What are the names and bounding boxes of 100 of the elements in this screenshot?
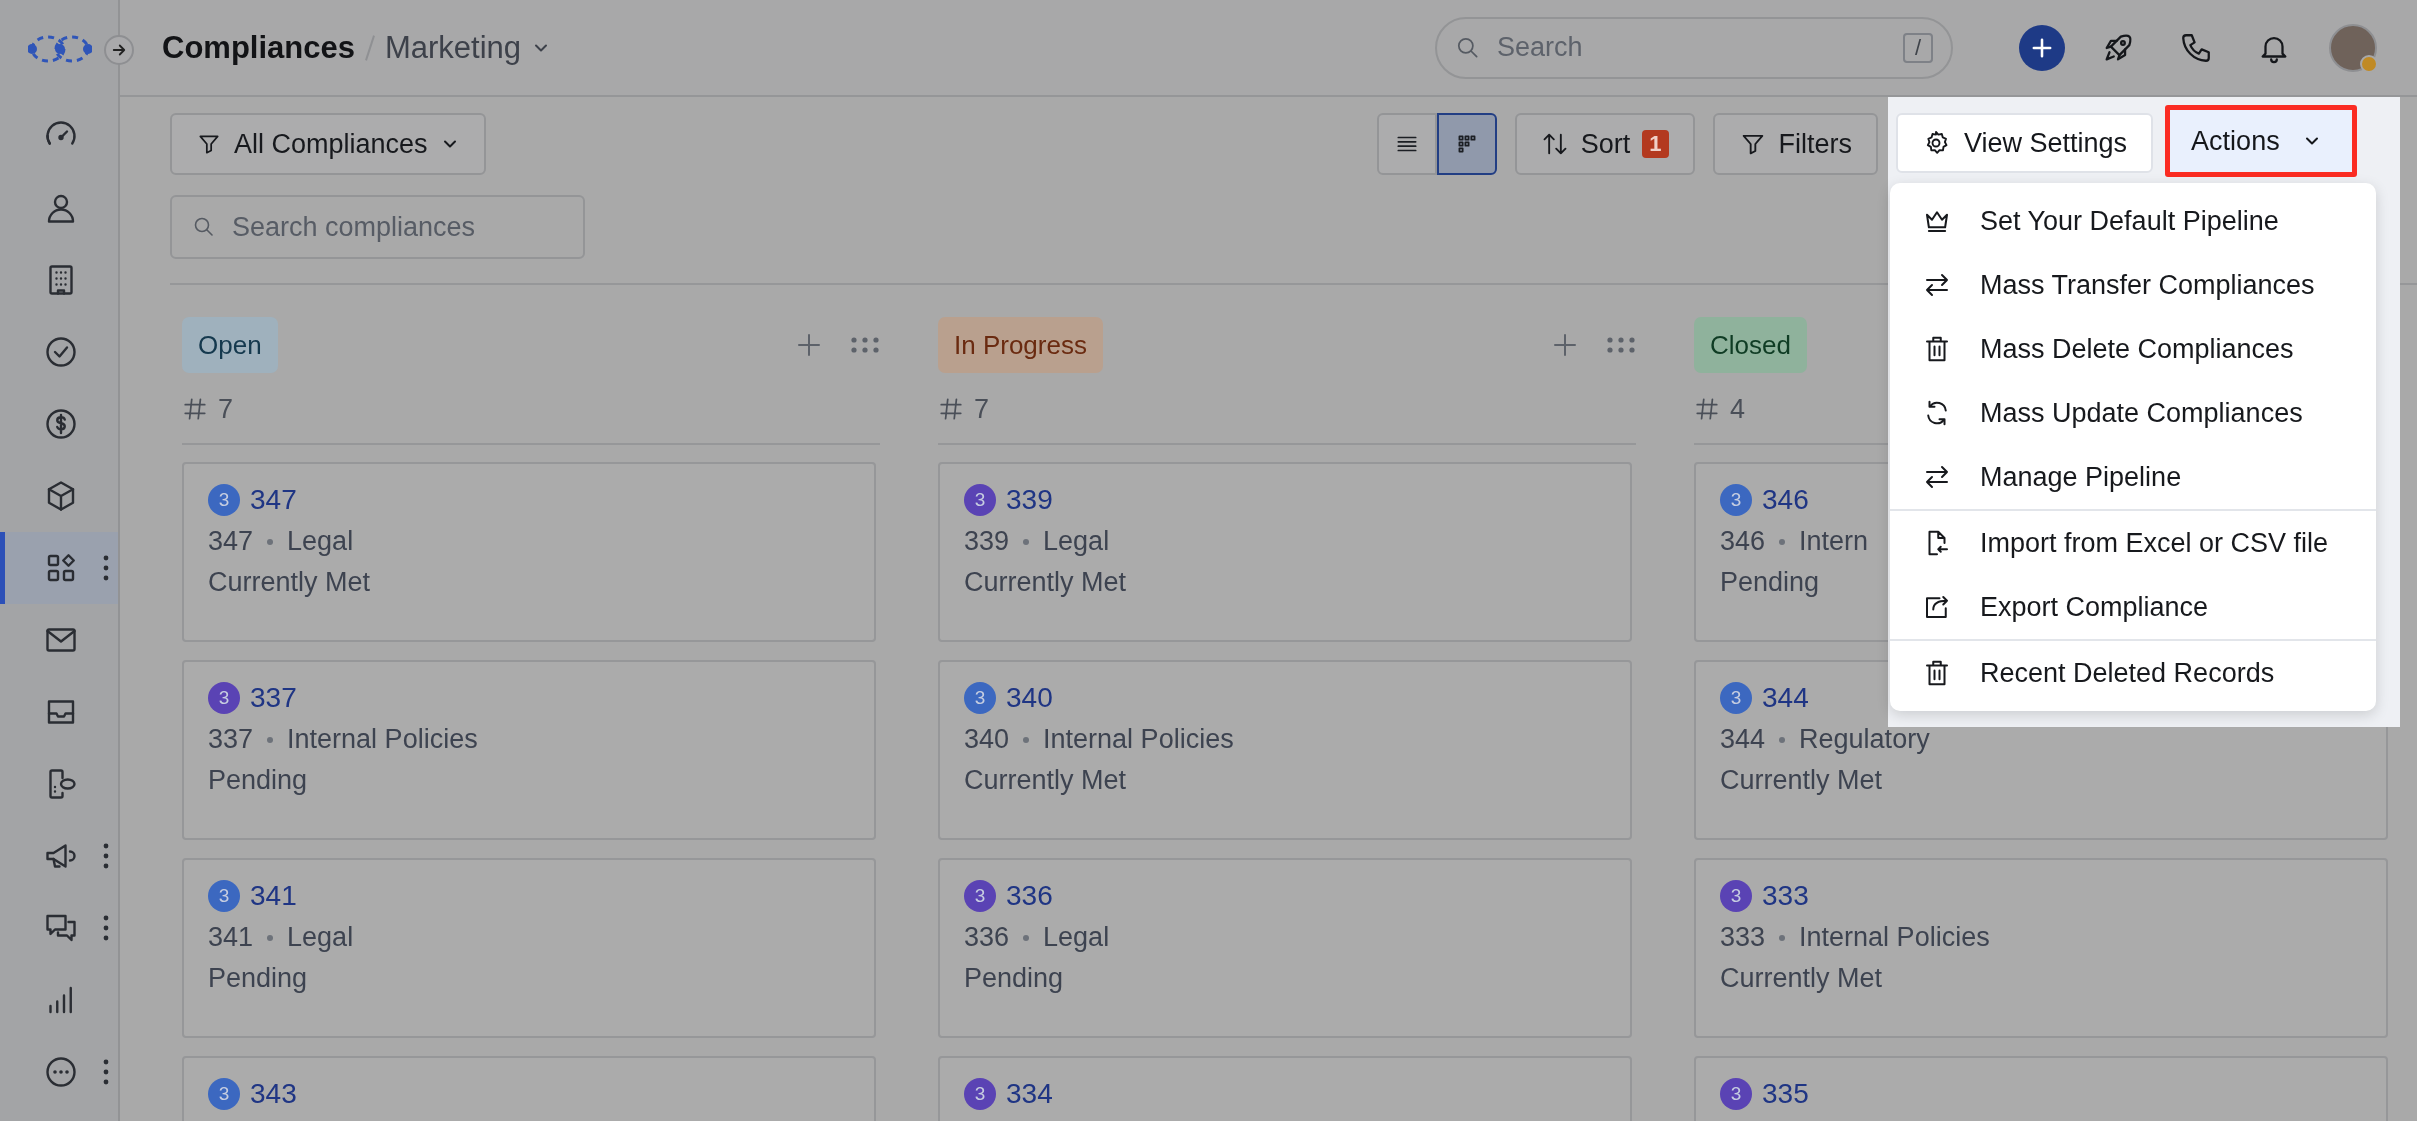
record-count: 4 [1730,393,1746,425]
count-badge: 3 [1720,1078,1752,1110]
count-badge: 3 [1720,880,1752,912]
count-badge: 3 [208,880,240,912]
sort-button[interactable]: Sort 1 [1514,113,1695,175]
status-label: Currently Met [1720,963,1883,994]
pipeline-dropdown[interactable]: Marketing [384,29,552,66]
dot-separator-icon [1023,934,1030,941]
compliance-card[interactable]: 3 334 [938,1056,1632,1121]
search-field[interactable]: Search / [1435,16,1953,79]
count-badge: 3 [964,1078,996,1110]
status-tag: Open [182,317,278,373]
dot-separator-icon [267,934,274,941]
count-badge: 3 [964,682,996,714]
menu-item[interactable]: Set Your Default Pipeline [1890,189,2376,253]
count-badge: 1 [1642,130,1669,158]
category-label: Regulatory [1799,724,1930,755]
menu-item[interactable]: Recent Deleted Records [1890,641,2376,705]
count-badge: 3 [1720,682,1752,714]
record-link[interactable]: 335 [1762,1078,1809,1110]
hash-icon [182,396,208,422]
compliance-card[interactable]: 3 347 347 Legal Currently Met [182,462,876,642]
record-link[interactable]: 336 [1006,880,1053,912]
count-badge: 3 [964,484,996,516]
record-id: 339 [964,526,1010,557]
search-field[interactable]: Search compliances [170,195,585,259]
compliance-card[interactable]: 3 343 [182,1056,876,1121]
record-link[interactable]: 343 [250,1078,297,1110]
compliance-card[interactable]: 3 340 340 Internal Policies Currently Met [938,660,1632,840]
compliance-card[interactable]: 3 337 337 Internal Policies Pending [182,660,876,840]
record-link[interactable]: 341 [250,880,297,912]
count-badge: 3 [1720,484,1752,516]
status-label: Currently Met [1720,765,1883,796]
kebab-icon[interactable] [101,553,111,583]
record-link[interactable]: 334 [1006,1078,1053,1110]
count-badge: 3 [208,484,240,516]
record-link[interactable]: 337 [250,682,297,714]
search-input[interactable]: Search compliances [230,210,563,244]
status-tag: Closed [1694,317,1807,373]
page-title: Compliances [162,29,355,66]
record-link[interactable]: 333 [1762,880,1809,912]
sidebar-item[interactable] [0,532,118,604]
drag-handle-icon[interactable] [1606,336,1636,354]
menu-item[interactable]: Export Compliance [1890,575,2376,639]
search-input[interactable]: Search [1495,31,1889,64]
hash-icon [1694,396,1720,422]
add-button[interactable] [2019,24,2065,71]
record-link[interactable]: 347 [250,484,297,516]
menu-item[interactable]: Mass Transfer Compliances [1890,253,2376,317]
dollar-circle-icon [43,406,79,442]
compliance-card[interactable]: 3 341 341 Legal Pending [182,858,876,1038]
status-dot [2360,54,2378,73]
count-badge: 3 [964,880,996,912]
dot-separator-icon [1023,538,1030,545]
menu-item[interactable]: Mass Delete Compliances [1890,317,2376,381]
category-label: Legal [1043,526,1110,557]
compliance-card[interactable]: 3 336 336 Legal Pending [938,858,1632,1038]
status-label: Pending [1720,567,1820,598]
record-id: 336 [964,922,1010,953]
kanban-view-button[interactable] [1436,113,1497,175]
category-label: Legal [1043,922,1110,953]
compliance-card[interactable]: 3 333 333 Internal Policies Currently Met [1694,858,2388,1038]
avatar[interactable] [2329,23,2377,72]
list-view-button[interactable] [1376,113,1437,175]
dot-separator-icon [1779,934,1786,941]
shortcut-key: / [1903,32,1933,63]
category-label: Intern [1799,526,1869,557]
drag-handle-icon[interactable] [850,336,880,354]
menu-item[interactable]: Mass Update Compliances [1890,381,2376,445]
dot-separator-icon [1779,538,1786,545]
dot-separator-icon [267,538,274,545]
record-link[interactable]: 340 [1006,682,1053,714]
category-label: Legal [287,922,354,953]
more-circle-icon [43,1054,79,1090]
kebab-icon[interactable] [101,841,111,871]
kebab-icon[interactable] [101,913,111,943]
status-label: Currently Met [964,765,1127,796]
record-id: 340 [964,724,1010,755]
record-link[interactable]: 339 [1006,484,1053,516]
record-link[interactable]: 346 [1762,484,1809,516]
record-id: 344 [1720,724,1766,755]
view-filter-dropdown[interactable]: All Compliances [170,113,486,175]
menu-item[interactable]: Manage Pipeline [1890,445,2376,509]
record-count: 7 [218,393,234,425]
view-settings-button[interactable]: View Settings [1896,113,2154,173]
status-label: Pending [964,963,1064,994]
record-count: 7 [974,393,990,425]
hash-icon [938,396,964,422]
compliance-card[interactable]: 3 339 339 Legal Currently Met [938,462,1632,642]
check-circle-icon [43,334,79,370]
record-link[interactable]: 344 [1762,682,1809,714]
category-label: Internal Policies [1043,724,1234,755]
compliance-card[interactable]: 3 335 [1694,1056,2388,1121]
kebab-icon[interactable] [101,1057,111,1087]
menu-item[interactable]: Import from Excel or CSV file [1890,511,2376,575]
actions-dropdown[interactable]: Actions [2165,105,2358,177]
filters-button[interactable]: Filters [1712,113,1878,175]
expand-sidebar-button[interactable] [104,35,134,65]
count-badge: 3 [208,1078,240,1110]
record-id: 347 [208,526,254,557]
